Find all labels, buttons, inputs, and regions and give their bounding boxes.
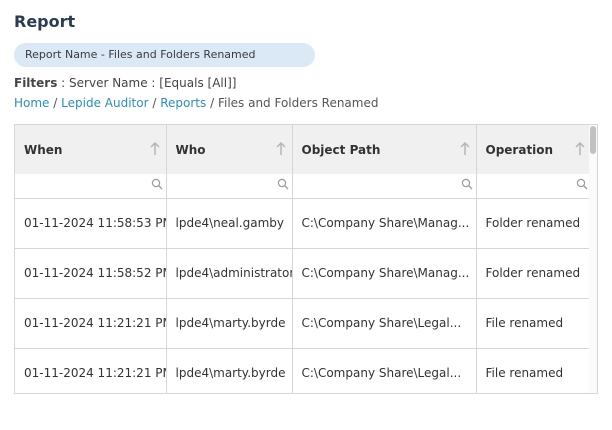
table-row[interactable]: 01-11-2024 11:58:52 PM lpde4\administrat… xyxy=(15,248,591,299)
search-icon[interactable] xyxy=(151,178,163,190)
column-header-operation[interactable]: Operation xyxy=(476,125,591,174)
filter-input-operation[interactable] xyxy=(477,177,590,197)
breadcrumb-current: Files and Folders Renamed xyxy=(217,96,379,110)
cell-when: 01-11-2024 11:58:53 PM xyxy=(15,198,167,249)
cell-when: 01-11-2024 11:21:21 PM xyxy=(15,298,167,349)
search-icon[interactable] xyxy=(576,178,588,190)
breadcrumb: Home / Lepide Auditor / Reports / Files … xyxy=(14,96,378,110)
filter-cell-who xyxy=(166,174,293,199)
sort-arrow-icon[interactable] xyxy=(573,141,587,157)
cell-who: lpde4\marty.byrde xyxy=(166,348,293,393)
report-grid: When Who Object Path Operation 01-11-202… xyxy=(14,124,598,394)
report-name-pill: Report Name - Files and Folders Renamed xyxy=(14,43,315,67)
column-header-when[interactable]: When xyxy=(15,125,167,174)
filters-value: Server Name : [Equals [All]] xyxy=(69,76,237,90)
filter-cell-object-path xyxy=(292,174,477,199)
report-table: When Who Object Path Operation 01-11-202… xyxy=(15,125,591,393)
column-header-who[interactable]: Who xyxy=(166,125,293,174)
cell-object-path: C:\Company Share\Legal... xyxy=(292,298,477,349)
breadcrumb-separator: / xyxy=(53,96,58,110)
table-row[interactable]: 01-11-2024 11:21:21 PM lpde4\marty.byrde… xyxy=(15,298,591,349)
vertical-scrollbar[interactable] xyxy=(589,125,597,393)
cell-object-path: C:\Company Share\Manag... xyxy=(292,198,477,249)
breadcrumb-home-link[interactable]: Home xyxy=(14,96,49,110)
filter-cell-operation xyxy=(476,174,591,199)
cell-object-path: C:\Company Share\Legal... xyxy=(292,348,477,393)
cell-object-path: C:\Company Share\Manag... xyxy=(292,248,477,299)
cell-operation: File renamed xyxy=(476,298,591,349)
cell-when: 01-11-2024 11:58:52 PM xyxy=(15,248,167,299)
cell-who: lpde4\administrator xyxy=(166,248,293,299)
cell-operation: File renamed xyxy=(476,348,591,393)
cell-when: 01-11-2024 11:21:21 PM xyxy=(15,348,167,393)
page-title: Report xyxy=(14,12,76,31)
filter-input-object-path[interactable] xyxy=(293,177,475,197)
search-icon[interactable] xyxy=(277,178,289,190)
cell-operation: Folder renamed xyxy=(476,248,591,299)
breadcrumb-separator: / xyxy=(210,96,215,110)
sort-arrow-icon[interactable] xyxy=(458,141,472,157)
breadcrumb-separator: / xyxy=(152,96,157,110)
filters-line: Filters : Server Name : [Equals [All]] xyxy=(14,76,237,90)
breadcrumb-lepide-auditor-link[interactable]: Lepide Auditor xyxy=(61,96,148,110)
filter-cell-when xyxy=(15,174,167,199)
table-row[interactable]: 01-11-2024 11:21:21 PM lpde4\marty.byrde… xyxy=(15,348,591,393)
column-header-object-path[interactable]: Object Path xyxy=(292,125,477,174)
column-header-label: Operation xyxy=(485,142,554,157)
filters-label: Filters xyxy=(14,76,58,90)
search-icon[interactable] xyxy=(461,178,473,190)
filter-input-when[interactable] xyxy=(16,177,165,197)
filter-input-who[interactable] xyxy=(167,177,291,197)
cell-who: lpde4\neal.gamby xyxy=(166,198,293,249)
column-header-label: Object Path xyxy=(301,142,381,157)
table-row[interactable]: 01-11-2024 11:58:53 PM lpde4\neal.gamby … xyxy=(15,198,591,249)
cell-operation: Folder renamed xyxy=(476,198,591,249)
breadcrumb-reports-link[interactable]: Reports xyxy=(160,96,206,110)
scrollbar-thumb[interactable] xyxy=(590,126,596,154)
column-header-label: When xyxy=(24,142,63,157)
sort-arrow-icon[interactable] xyxy=(274,141,288,157)
cell-who: lpde4\marty.byrde xyxy=(166,298,293,349)
column-header-label: Who xyxy=(175,142,206,157)
sort-arrow-icon[interactable] xyxy=(148,141,162,157)
